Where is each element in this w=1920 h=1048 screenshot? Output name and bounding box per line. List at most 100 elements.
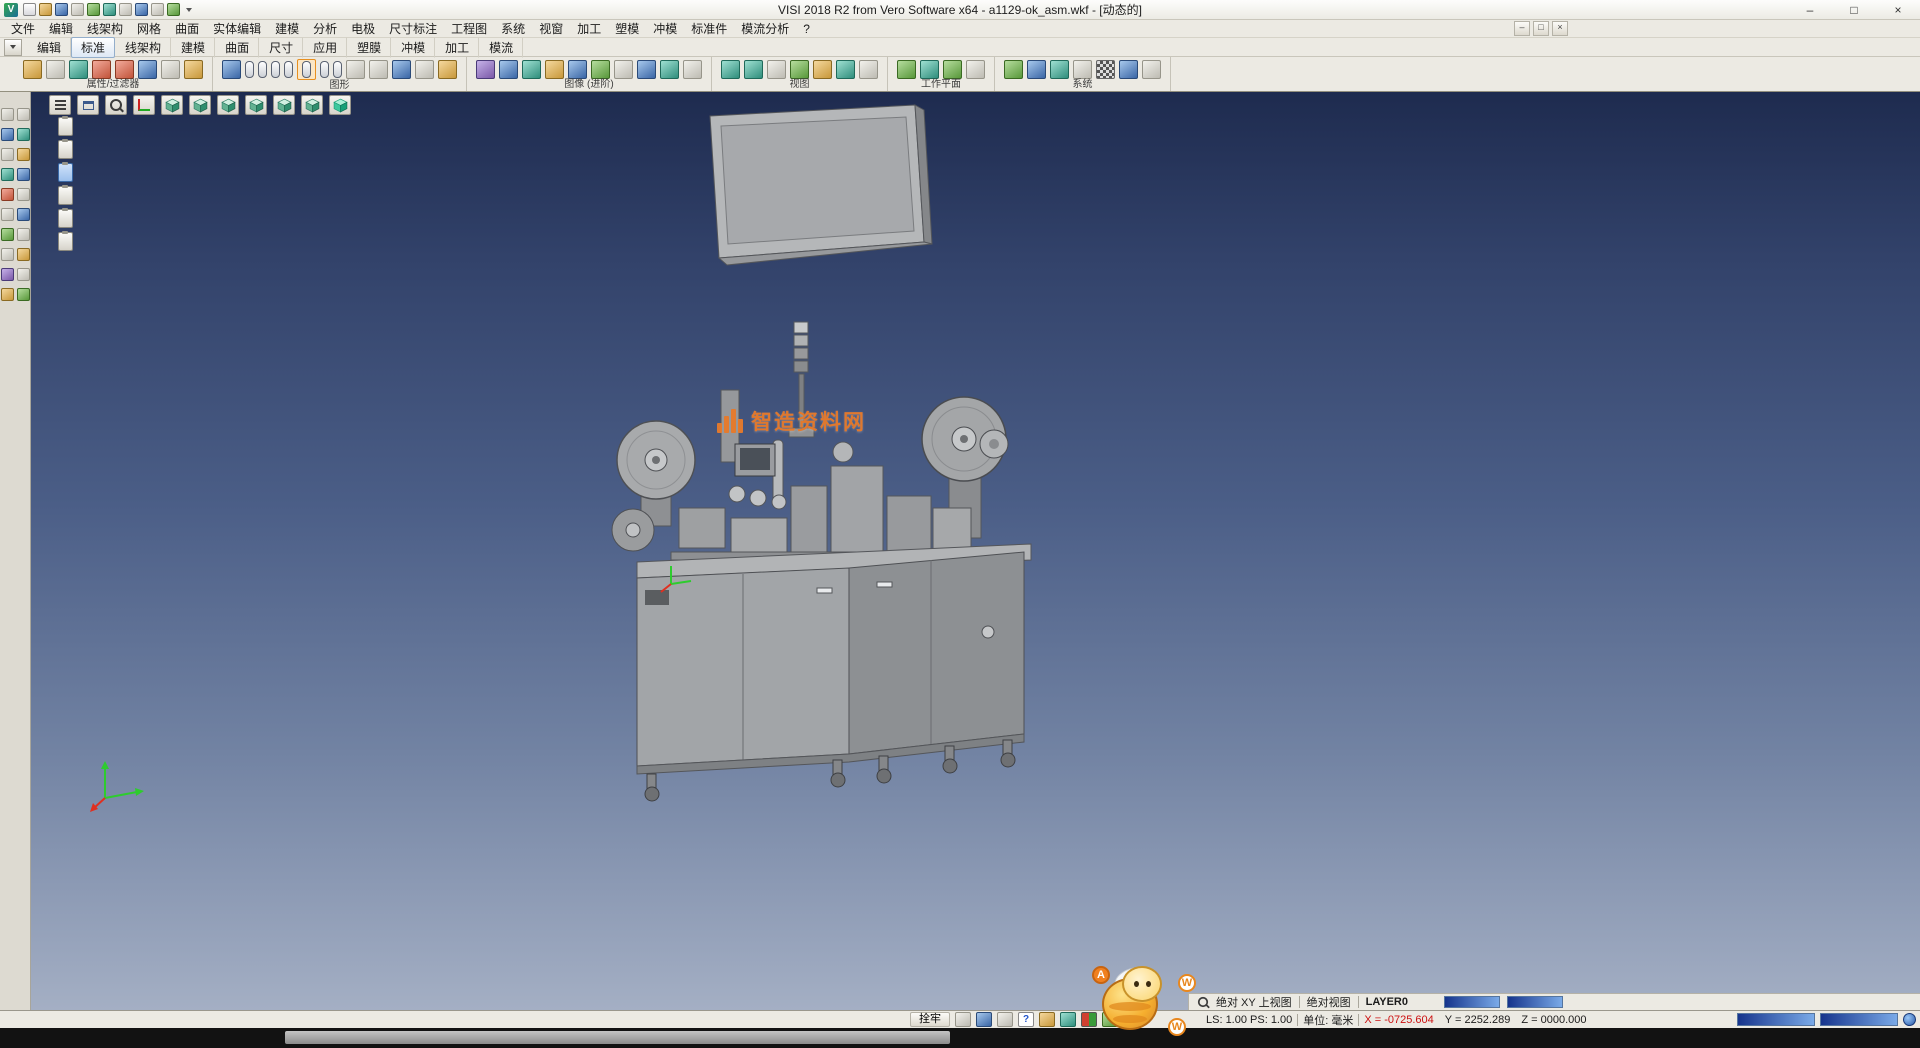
- bookmark-icon[interactable]: [1, 288, 14, 301]
- snap-point-icon[interactable]: [17, 128, 30, 141]
- snapshot-icon[interactable]: [955, 1012, 971, 1027]
- menu-analysis[interactable]: 分析: [306, 20, 344, 37]
- info-entity-icon[interactable]: [17, 228, 30, 241]
- menu-machining[interactable]: 加工: [570, 20, 608, 37]
- undo-icon[interactable]: [135, 3, 148, 16]
- workplane-align-icon[interactable]: [920, 60, 939, 79]
- clipboard-icon[interactable]: [58, 186, 73, 205]
- pan-icon[interactable]: [767, 60, 786, 79]
- quick-access-dropdown-icon[interactable]: [186, 8, 192, 12]
- texture-icon[interactable]: [522, 60, 541, 79]
- menu-surface[interactable]: 曲面: [168, 20, 206, 37]
- view-axis-button[interactable]: [133, 95, 155, 115]
- text-icon[interactable]: [415, 60, 434, 79]
- compass-icon[interactable]: [1060, 1012, 1076, 1027]
- units-readout[interactable]: 单位: 毫米: [1303, 1012, 1353, 1028]
- tab-edit[interactable]: 编辑: [27, 37, 71, 58]
- explode-icon[interactable]: [17, 208, 30, 221]
- rotate-view-icon[interactable]: [790, 60, 809, 79]
- redo-icon[interactable]: [151, 3, 164, 16]
- doc-close-button[interactable]: ×: [1552, 21, 1568, 36]
- point-icon[interactable]: [222, 60, 241, 79]
- plane-icon[interactable]: [1142, 60, 1161, 79]
- render-icon[interactable]: [476, 60, 495, 79]
- menu-modeling[interactable]: 建模: [268, 20, 306, 37]
- pencil-icon[interactable]: [23, 60, 42, 79]
- mirror-icon[interactable]: [1, 168, 14, 181]
- workplane-icon[interactable]: [897, 60, 916, 79]
- new-file-icon[interactable]: [23, 3, 36, 16]
- menu-standard-parts[interactable]: 标准件: [684, 20, 734, 37]
- menu-window[interactable]: 视窗: [532, 20, 570, 37]
- select-icon[interactable]: [1, 108, 14, 121]
- surface-icon[interactable]: [346, 60, 365, 79]
- minimize-button[interactable]: –: [1788, 0, 1832, 19]
- blank-icon[interactable]: [17, 188, 30, 201]
- preview-icon[interactable]: [119, 3, 132, 16]
- menu-moldflow[interactable]: 模流分析: [734, 20, 796, 37]
- menu-wireframe[interactable]: 线架构: [80, 20, 130, 37]
- zoom-window-icon[interactable]: [744, 60, 763, 79]
- hidden-line-icon[interactable]: [660, 60, 679, 79]
- system-color-icon[interactable]: [1004, 60, 1023, 79]
- named-view-icon[interactable]: [859, 60, 878, 79]
- workplane-reset-icon[interactable]: [966, 60, 985, 79]
- doc-minimize-button[interactable]: –: [1514, 21, 1530, 36]
- attribute-icon[interactable]: [184, 60, 203, 79]
- tab-machining[interactable]: 加工: [435, 37, 479, 58]
- material-icon[interactable]: [568, 60, 587, 79]
- tab-mold[interactable]: 塑膜: [347, 37, 391, 58]
- print-icon[interactable]: [71, 3, 84, 16]
- tab-application[interactable]: 应用: [303, 37, 347, 58]
- menu-edit[interactable]: 编辑: [42, 20, 80, 37]
- scissors-icon[interactable]: [92, 60, 111, 79]
- save-icon[interactable]: [55, 3, 68, 16]
- regen-icon[interactable]: [17, 248, 30, 261]
- grid-icon[interactable]: [1050, 60, 1069, 79]
- tab-surface[interactable]: 曲面: [215, 37, 259, 58]
- menu-file[interactable]: 文件: [4, 20, 42, 37]
- pattern-icon[interactable]: [1096, 60, 1115, 79]
- selected-tool-highlight[interactable]: [297, 59, 316, 80]
- clipboard-active-icon[interactable]: [58, 163, 73, 182]
- menu-dimension[interactable]: 尺寸标注: [382, 20, 444, 37]
- menu-help[interactable]: ?: [796, 22, 817, 36]
- measure-icon[interactable]: [1, 128, 14, 141]
- view-cube-iso-button[interactable]: [329, 95, 351, 115]
- info-icon[interactable]: [1039, 1012, 1055, 1027]
- menu-drawing[interactable]: 工程图: [444, 20, 494, 37]
- menu-system[interactable]: 系统: [494, 20, 532, 37]
- lock-button[interactable]: 拴牢: [910, 1012, 950, 1027]
- close-button[interactable]: ×: [1876, 0, 1920, 19]
- view-zoom-button[interactable]: [105, 95, 127, 115]
- printer-icon[interactable]: [46, 60, 65, 79]
- view-mode[interactable]: 绝对 XY 上视图: [1216, 994, 1292, 1010]
- snap-icon[interactable]: [1073, 60, 1092, 79]
- active-layer[interactable]: LAYER0: [1366, 996, 1408, 1008]
- line-tool-icon[interactable]: [245, 61, 254, 78]
- clipboard-icon[interactable]: [58, 140, 73, 159]
- layer-filter-icon[interactable]: [161, 60, 180, 79]
- save-view-icon[interactable]: [17, 288, 30, 301]
- notes-icon[interactable]: [17, 268, 30, 281]
- monitor-icon[interactable]: [1027, 60, 1046, 79]
- view-cube-front-button[interactable]: [189, 95, 211, 115]
- circle-tool-icon[interactable]: [271, 61, 280, 78]
- maximize-button[interactable]: □: [1832, 0, 1876, 19]
- capture-icon[interactable]: [103, 3, 116, 16]
- tab-modeling[interactable]: 建模: [171, 37, 215, 58]
- import-icon[interactable]: [87, 3, 100, 16]
- filter-icon[interactable]: [138, 60, 157, 79]
- previous-view-icon[interactable]: [813, 60, 832, 79]
- settings-icon[interactable]: [167, 3, 180, 16]
- viewport-3d[interactable]: 智造资料网: [31, 92, 1920, 1010]
- tab-standard[interactable]: 标准: [71, 37, 115, 58]
- tab-dimension[interactable]: 尺寸: [259, 37, 303, 58]
- menu-mesh[interactable]: 网格: [130, 20, 168, 37]
- tab-moldflow[interactable]: 模流: [479, 37, 523, 58]
- redraw-icon[interactable]: [1, 248, 14, 261]
- history-icon[interactable]: [1, 268, 14, 281]
- verify-icon[interactable]: [1, 228, 14, 241]
- view-window-button[interactable]: [77, 95, 99, 115]
- view-menu-button[interactable]: [49, 95, 71, 115]
